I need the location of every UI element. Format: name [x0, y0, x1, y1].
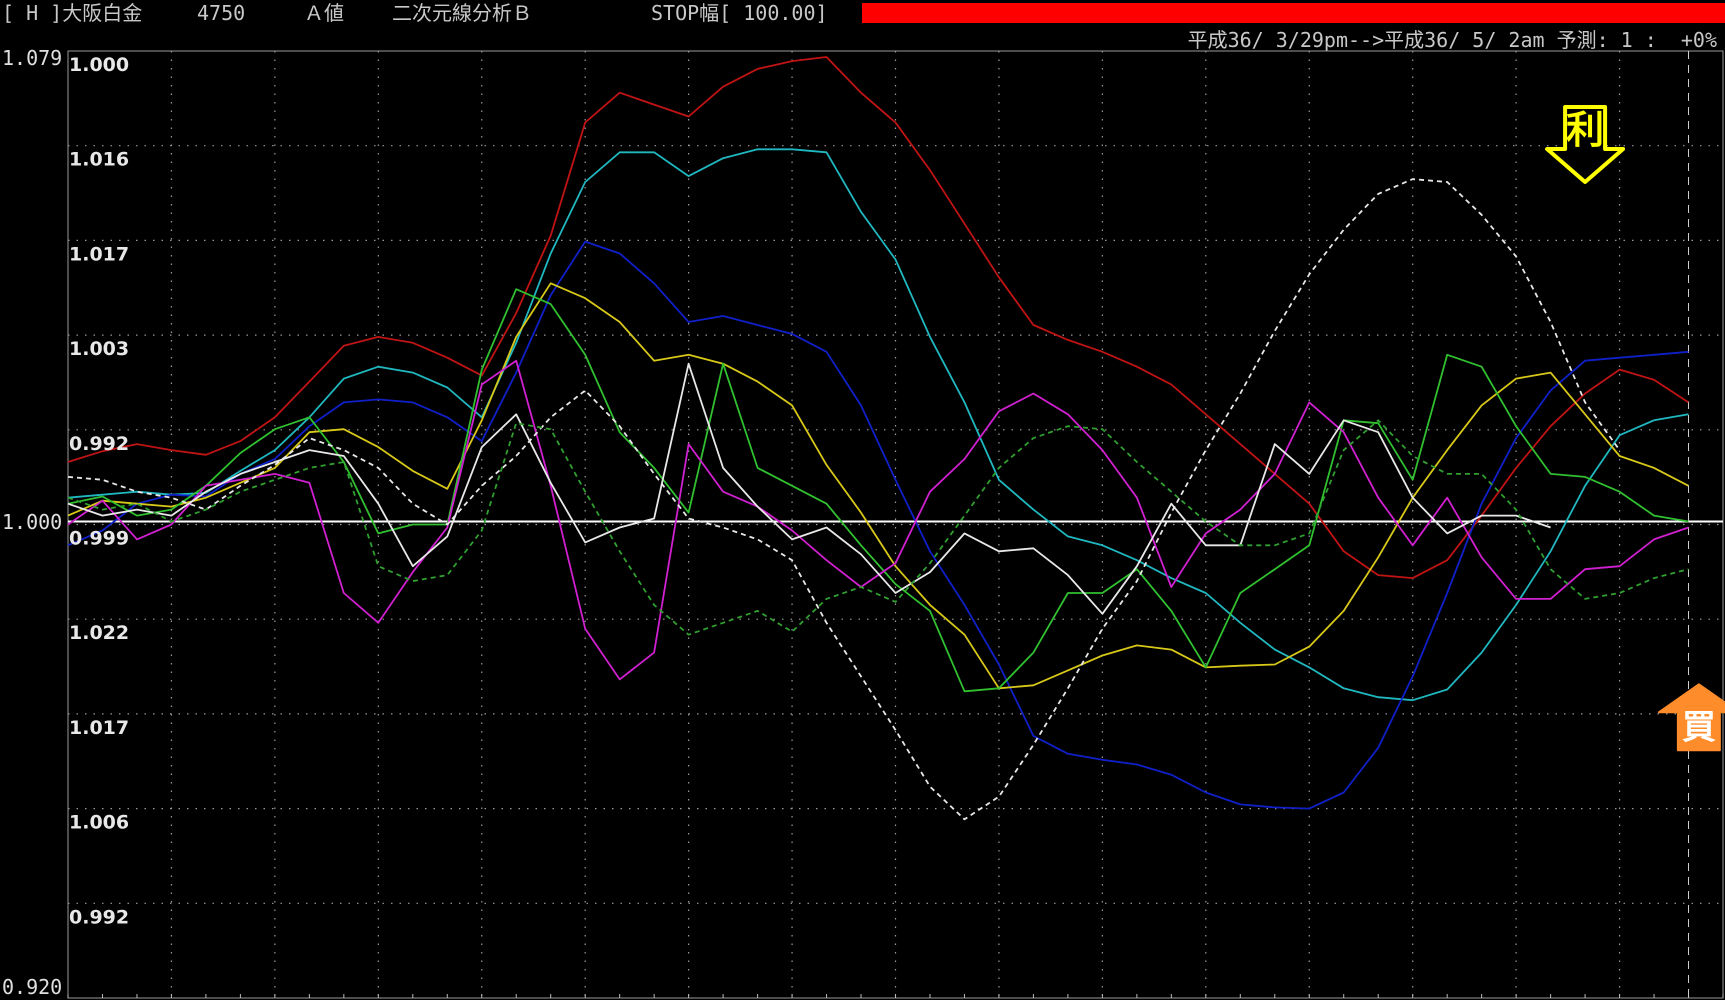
outer-axis-label: 0.920 [2, 975, 62, 999]
inner-axis-label: 1.022 [69, 622, 129, 644]
signal-label: 買 [1682, 707, 1716, 747]
inner-axis-label: 0.992 [69, 906, 129, 928]
inner-axis-label: 1.000 [69, 54, 129, 76]
sell-signal-arrow: 利 [1545, 105, 1626, 185]
inner-axis-label: 0.999 [69, 528, 129, 550]
outer-axis-label: 1.079 [2, 46, 62, 70]
series-group [67, 56, 1689, 821]
inner-axis-label: 1.003 [69, 338, 129, 360]
series-line-6 [67, 359, 1689, 681]
inner-axis-label: 1.017 [69, 717, 129, 739]
buy-signal-arrow: 買 [1657, 683, 1725, 752]
outer-axis-label: 1.000 [2, 510, 62, 534]
line-chart: 1.079 1.000 0.920 1.000 1.016 1.017 1.003 0.992… [2, 46, 1725, 999]
series-line-8 [67, 178, 1621, 821]
inner-axis-label: 1.016 [69, 149, 129, 171]
signal-label: 利 [1566, 108, 1604, 152]
inner-axis-label: 1.017 [69, 243, 129, 265]
inner-axis-label: 1.006 [69, 812, 129, 834]
bottom-axis-ticks [67, 994, 1724, 998]
inner-axis-label: 0.992 [69, 433, 129, 455]
